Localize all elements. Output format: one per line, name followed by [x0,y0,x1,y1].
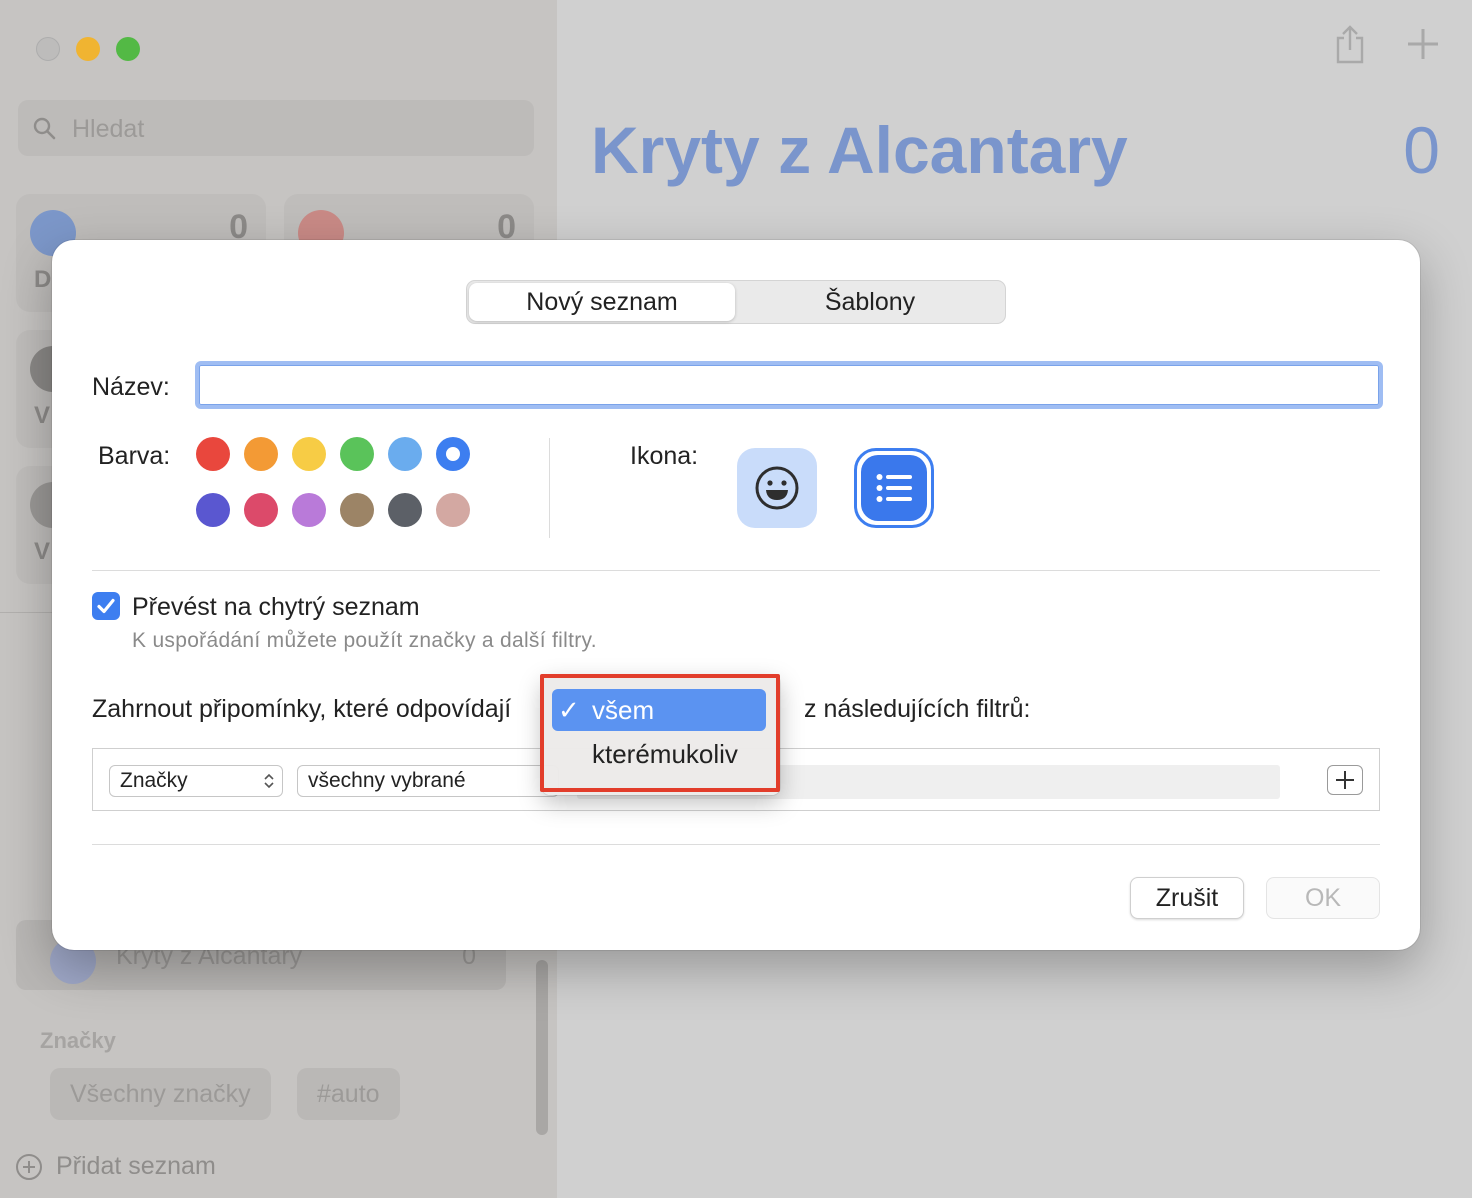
share-icon[interactable] [1333,24,1367,64]
dialog-segmented-control: Nový seznam Šablony [466,280,1006,324]
new-list-dialog: Nový seznam Šablony Název: Barva: Ikona:… [52,240,1420,950]
include-suffix-label: z následujících filtrů: [804,695,1031,723]
card-label: V [34,402,51,429]
tags-header: Značky [40,1028,116,1053]
color-label: Barva: [98,442,171,470]
card-label: D [34,266,52,293]
filter-field-popup[interactable]: Značky [109,765,283,797]
window-maximize-button[interactable] [116,37,140,61]
tab-templates[interactable]: Šablony [737,283,1003,321]
footer-divider [92,844,1380,845]
tag-all[interactable]: Všechny značky [50,1068,271,1120]
tab-new-list[interactable]: Nový seznam [469,283,735,321]
smart-list-checkbox[interactable] [92,592,120,620]
ok-button[interactable]: OK [1266,877,1380,919]
color-icon-divider [549,438,550,538]
icon-label: Ikona: [630,442,699,470]
color-swatch[interactable] [436,493,470,527]
list-title: Kryty z Alcantary [591,113,1128,187]
smart-list-label[interactable]: Převést na chytrý seznam [132,593,420,622]
filter-condition-popup[interactable]: všechny vybrané [297,765,559,797]
sidebar-scrollbar[interactable] [536,960,548,1135]
menu-item-label: kterémukoliv [592,739,738,769]
search-placeholder: Hledat [72,115,145,143]
window-minimize-button[interactable] [76,37,100,61]
smart-list-hint: K uspořádání můžete použít značky a dalš… [132,629,597,652]
add-filter-button[interactable] [1327,765,1363,795]
include-prefix-label: Zahrnout připomínky, které odpovídají [92,695,512,723]
plus-circle-icon [16,1153,42,1180]
search-icon [33,117,56,140]
bullet-list-icon [876,474,912,502]
match-dropdown-menu: ✓ všem kterémukoliv [542,675,780,795]
list-count: 0 [1403,113,1440,187]
color-swatch[interactable] [196,437,230,471]
color-swatch[interactable] [196,493,230,527]
menu-item-any[interactable]: kterémukoliv [552,733,766,775]
add-list-label: Přidat seznam [56,1152,216,1180]
color-swatch[interactable] [436,437,470,471]
color-swatch[interactable] [340,493,374,527]
name-field[interactable] [195,361,1383,409]
menu-item-all[interactable]: ✓ všem [552,689,766,731]
add-reminder-icon[interactable] [1407,28,1439,60]
stepper-icon [264,773,274,789]
name-label: Název: [92,373,170,401]
filter-condition-value: všechny vybrané [308,769,466,792]
tag-auto[interactable]: #auto [297,1068,400,1120]
emoji-icon-option[interactable] [737,448,817,528]
search-field[interactable]: Hledat [18,100,534,156]
check-icon: ✓ [558,695,580,725]
section-divider [92,570,1380,571]
menu-item-label: všem [592,695,655,725]
filter-field-value: Značky [120,769,188,792]
checkmark-icon [97,598,115,614]
smiley-icon [755,466,799,510]
window-close-button[interactable] [36,37,60,61]
color-swatch[interactable] [388,437,422,471]
add-list-button[interactable]: Přidat seznam [16,1152,216,1181]
color-swatch[interactable] [244,437,278,471]
list-icon-option[interactable] [854,448,934,528]
color-swatch[interactable] [244,493,278,527]
color-swatch[interactable] [388,493,422,527]
cancel-button[interactable]: Zrušit [1130,877,1244,919]
card-label: V [34,538,51,565]
color-swatch[interactable] [340,437,374,471]
color-swatch[interactable] [292,493,326,527]
color-swatch[interactable] [292,437,326,471]
